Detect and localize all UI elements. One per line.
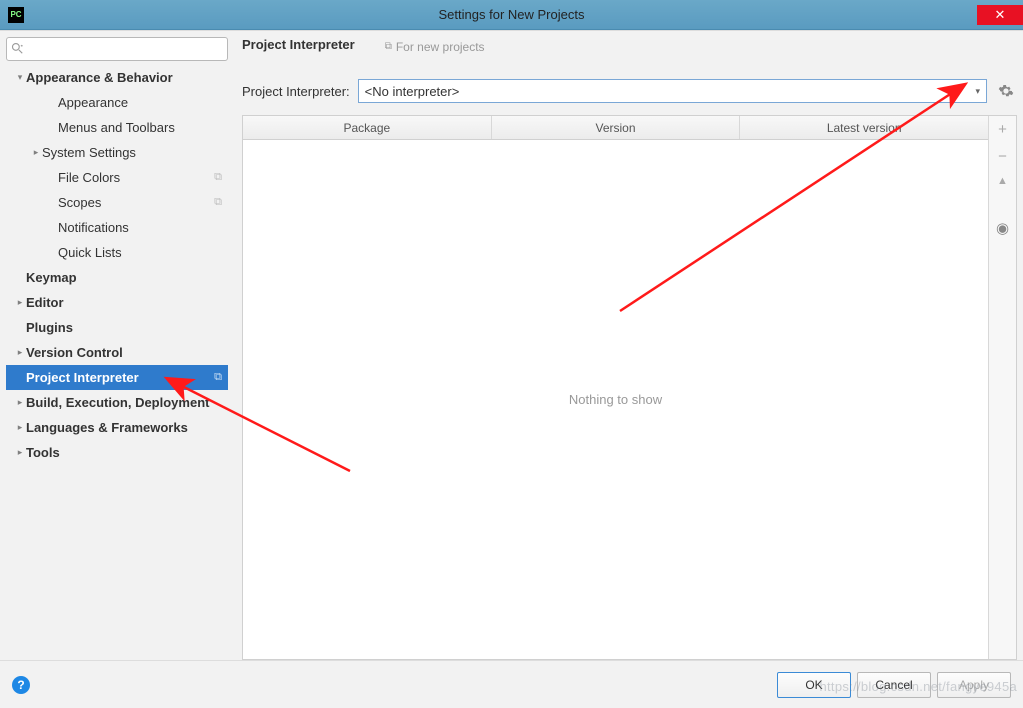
table-body: Nothing to show (243, 140, 988, 659)
page-subtitle: ⧉ For new projects (385, 40, 485, 54)
sidebar: ▾Appearance & Behavior Appearance Menus an… (6, 37, 228, 660)
project-scope-icon: ⧉ (214, 371, 222, 384)
interpreter-gear-button[interactable] (995, 80, 1017, 102)
tree-item-version-control[interactable]: ▸Version Control (6, 340, 228, 365)
search-wrap (6, 37, 228, 61)
project-scope-icon: ⧉ (214, 171, 222, 184)
tree-item-label: Languages & Frameworks (26, 420, 222, 435)
show-early-button[interactable]: ◉ (996, 221, 1009, 236)
search-input[interactable] (6, 37, 228, 61)
tree-item-label: Tools (26, 445, 222, 460)
tree-item-label: Scopes (58, 195, 210, 210)
col-package[interactable]: Package (243, 116, 492, 139)
tree-item-label: Menus and Toolbars (58, 120, 222, 135)
add-package-button[interactable]: + (998, 122, 1007, 137)
interpreter-label: Project Interpreter: (242, 84, 350, 99)
ok-button[interactable]: OK (777, 672, 851, 698)
upgrade-package-button[interactable]: ▲ (997, 176, 1008, 187)
tree-item-label: Notifications (58, 220, 222, 235)
subtitle-text: For new projects (396, 40, 485, 54)
titlebar: PC Settings for New Projects ✕ (0, 0, 1023, 30)
window-close-button[interactable]: ✕ (977, 5, 1023, 25)
tree-item-label: Plugins (26, 320, 222, 335)
chevron-right-icon: ▸ (30, 147, 42, 158)
interpreter-select[interactable]: <No interpreter> ▾ (358, 79, 987, 103)
tree-item-label: Quick Lists (58, 245, 222, 260)
tree-item-languages-frameworks[interactable]: ▸Languages & Frameworks (6, 415, 228, 440)
tree-item-label: Appearance & Behavior (26, 70, 222, 85)
chevron-right-icon: ▸ (14, 347, 26, 358)
tree-item-keymap[interactable]: Keymap (6, 265, 228, 290)
tree-item-label: Editor (26, 295, 222, 310)
interpreter-value: <No interpreter> (365, 84, 460, 99)
remove-package-button[interactable]: − (998, 149, 1007, 164)
apply-button[interactable]: Apply (937, 672, 1011, 698)
tree-item-label: Version Control (26, 345, 222, 360)
tree-item-label: File Colors (58, 170, 210, 185)
tree-item-appearance[interactable]: Appearance (6, 90, 228, 115)
gear-icon (998, 83, 1014, 99)
chevron-down-icon: ▾ (14, 72, 26, 83)
tree-item-appearance-behavior[interactable]: ▾Appearance & Behavior (6, 65, 228, 90)
page-title: Project Interpreter (242, 37, 355, 52)
tree-item-scopes[interactable]: Scopes ⧉ (6, 190, 228, 215)
interpreter-row: Project Interpreter: <No interpreter> ▾ (242, 79, 1017, 103)
cancel-button[interactable]: Cancel (857, 672, 931, 698)
tree-item-project-interpreter[interactable]: Project Interpreter ⧉ (6, 365, 228, 390)
tree-item-editor[interactable]: ▸Editor (6, 290, 228, 315)
close-icon: ✕ (995, 8, 1006, 21)
chevron-right-icon: ▸ (14, 447, 26, 458)
window-title: Settings for New Projects (0, 7, 1023, 22)
dialog-footer: ? OK Cancel Apply (0, 660, 1023, 708)
tree-item-notifications[interactable]: Notifications (6, 215, 228, 240)
main-panel: Project Interpreter ⧉ For new projects P… (228, 37, 1017, 660)
packages-table-area: Package Version Latest version Nothing t… (242, 115, 1017, 660)
main-header: Project Interpreter ⧉ For new projects (242, 37, 1017, 65)
search-icon (11, 42, 23, 57)
app-icon: PC (8, 7, 24, 23)
tree-item-menus-and-toolbars[interactable]: Menus and Toolbars (6, 115, 228, 140)
tree-item-label: Keymap (26, 270, 222, 285)
settings-tree[interactable]: ▾Appearance & Behavior Appearance Menus an… (6, 65, 228, 660)
table-header: Package Version Latest version (243, 116, 988, 140)
copy-icon: ⧉ (385, 41, 392, 52)
chevron-down-icon: ▾ (975, 86, 980, 97)
chevron-right-icon: ▸ (14, 397, 26, 408)
tree-item-label: Appearance (58, 95, 222, 110)
tree-item-tools[interactable]: ▸Tools (6, 440, 228, 465)
tree-item-quick-lists[interactable]: Quick Lists (6, 240, 228, 265)
empty-text: Nothing to show (569, 392, 662, 407)
tree-item-build-execution-deployment[interactable]: ▸Build, Execution, Deployment (6, 390, 228, 415)
col-version[interactable]: Version (492, 116, 741, 139)
chevron-right-icon: ▸ (14, 297, 26, 308)
tree-item-plugins[interactable]: Plugins (6, 315, 228, 340)
col-latest[interactable]: Latest version (740, 116, 988, 139)
tree-item-label: Build, Execution, Deployment (26, 395, 222, 410)
tree-item-file-colors[interactable]: File Colors ⧉ (6, 165, 228, 190)
content-area: ▾Appearance & BehaviorAppearanceMenus an… (0, 30, 1023, 660)
table-side-tools: + − ▲ ◉ (988, 116, 1016, 659)
project-scope-icon: ⧉ (214, 196, 222, 209)
tree-item-system-settings[interactable]: ▸System Settings (6, 140, 228, 165)
tree-item-label: Project Interpreter (26, 370, 210, 385)
tree-item-label: System Settings (42, 145, 222, 160)
help-button[interactable]: ? (12, 676, 30, 694)
chevron-right-icon: ▸ (14, 422, 26, 433)
packages-table: Package Version Latest version Nothing t… (243, 116, 988, 659)
